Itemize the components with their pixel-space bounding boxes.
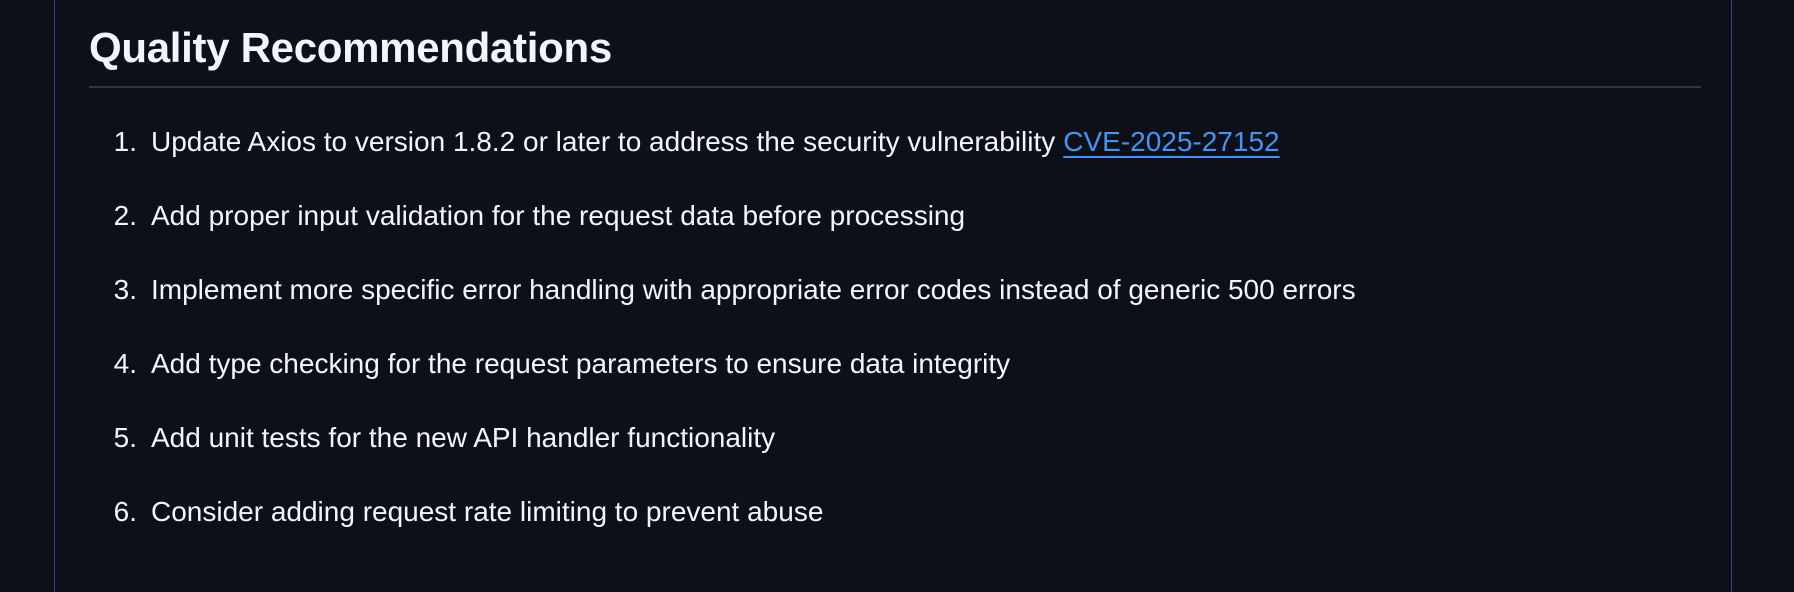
list-number: 4. <box>113 348 137 379</box>
recommendation-item: 1. Update Axios to version 1.8.2 or late… <box>89 122 1701 196</box>
list-number: 3. <box>113 274 137 305</box>
list-number: 6. <box>113 496 137 527</box>
recommendation-text: Update Axios to version 1.8.2 or later t… <box>151 126 1056 157</box>
recommendations-list: 1. Update Axios to version 1.8.2 or late… <box>89 122 1701 566</box>
recommendation-text: Add proper input validation for the requ… <box>151 200 966 231</box>
section-title: Quality Recommendations <box>89 24 612 71</box>
recommendation-text: Consider adding request rate limiting to… <box>151 496 824 527</box>
recommendations-panel: Quality Recommendations 1. Update Axios … <box>54 0 1732 592</box>
recommendation-text: Add unit tests for the new API handler f… <box>151 422 776 453</box>
recommendation-item: 5. Add unit tests for the new API handle… <box>89 418 1701 492</box>
title-divider <box>89 86 1701 88</box>
list-number: 5. <box>113 422 137 453</box>
cve-link[interactable]: CVE-2025-27152 <box>1063 126 1279 157</box>
list-number: 2. <box>113 200 137 231</box>
recommendation-text: Implement more specific error handling w… <box>151 274 1356 305</box>
list-number: 1. <box>113 126 137 157</box>
recommendation-item: 3. Implement more specific error handlin… <box>89 270 1701 344</box>
recommendation-item: 2. Add proper input validation for the r… <box>89 196 1701 270</box>
recommendation-item: 6. Consider adding request rate limiting… <box>89 492 1701 566</box>
recommendation-item: 4. Add type checking for the request par… <box>89 344 1701 418</box>
recommendation-text: Add type checking for the request parame… <box>151 348 1011 379</box>
